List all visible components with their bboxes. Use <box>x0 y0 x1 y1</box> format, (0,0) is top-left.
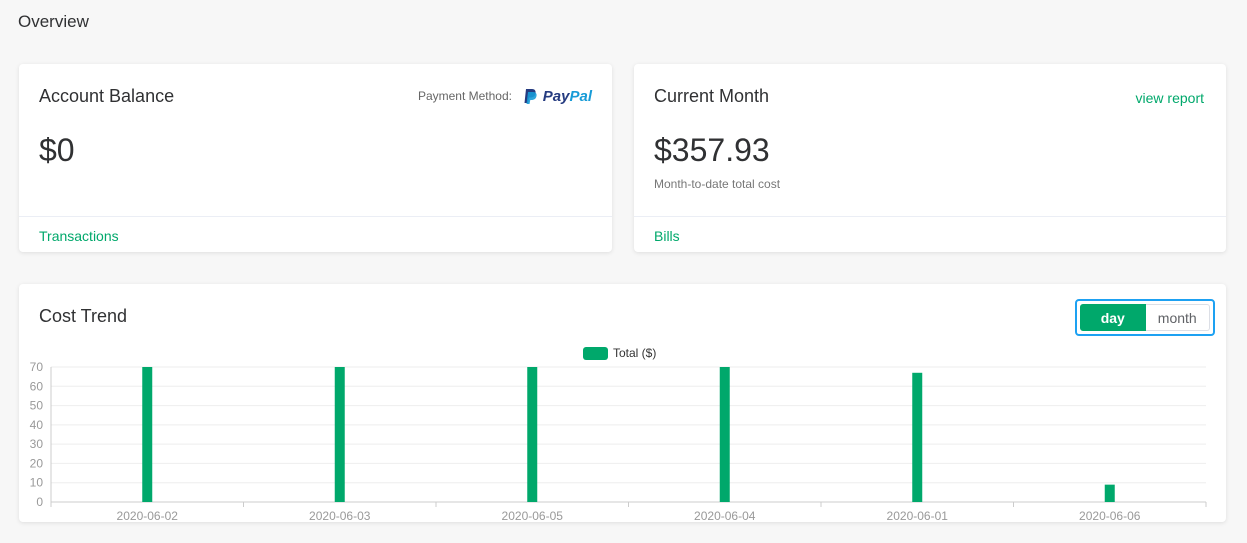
paypal-logo: Pay Pal <box>523 86 592 106</box>
account-balance-title: Account Balance <box>39 86 175 106</box>
y-tick-label: 30 <box>30 437 44 451</box>
current-month-card: Current Month view report $357.93 Month-… <box>634 64 1226 252</box>
month-to-date-caption: Month-to-date total cost <box>654 177 781 191</box>
bar-2020-06-04 <box>719 367 730 502</box>
cost-trend-card: Cost Trend day month Total ($) 0 10 20 30 40… <box>19 284 1226 522</box>
x-tick-label: 2020-06-02 <box>117 509 179 522</box>
y-tick-label: 20 <box>30 456 44 470</box>
bar-2020-06-05 <box>527 367 538 502</box>
current-month-title: Current Month <box>654 86 770 106</box>
paypal-logo-text-2: Pal <box>569 87 592 105</box>
current-month-amount: $357.93 <box>654 132 770 168</box>
payment-method-label: Payment Method: <box>417 89 512 103</box>
paypal-logo-text-1: Pay <box>542 87 570 105</box>
x-tick-label: 2020-06-05 <box>502 509 564 522</box>
y-tick-label: 0 <box>36 495 43 509</box>
bar-2020-06-01 <box>912 372 923 502</box>
bar-2020-06-02 <box>142 367 153 502</box>
bar-2020-06-03 <box>334 367 345 502</box>
y-tick-label: 50 <box>30 399 44 413</box>
y-tick-label: 40 <box>30 418 44 432</box>
account-balance-footer: Transactions <box>19 216 612 252</box>
transactions-link[interactable]: Transactions <box>39 228 119 244</box>
view-report-link[interactable]: view report <box>1136 90 1204 106</box>
x-tick-label: 2020-06-01 <box>887 509 949 522</box>
account-balance-amount: $0 <box>39 132 75 168</box>
cost-trend-chart: 0 10 20 30 40 50 60 70 2020-06-02 2020-06-03 2020-… <box>30 360 1207 522</box>
bills-link[interactable]: Bills <box>654 228 680 244</box>
current-month-footer: Bills <box>634 216 1226 252</box>
page-title: Overview <box>18 12 89 31</box>
x-tick-label: 2020-06-06 <box>1079 509 1141 522</box>
x-tick-label: 2020-06-03 <box>309 509 371 522</box>
y-tick-label: 10 <box>30 476 44 490</box>
y-tick-label: 60 <box>30 379 44 393</box>
bar-2020-06-06 <box>1104 484 1115 502</box>
account-balance-card: Account Balance Payment Method: Pay Pal $… <box>19 64 612 252</box>
paypal-icon <box>524 89 537 104</box>
y-tick-label: 70 <box>30 360 44 374</box>
x-tick-label: 2020-06-04 <box>694 509 756 522</box>
